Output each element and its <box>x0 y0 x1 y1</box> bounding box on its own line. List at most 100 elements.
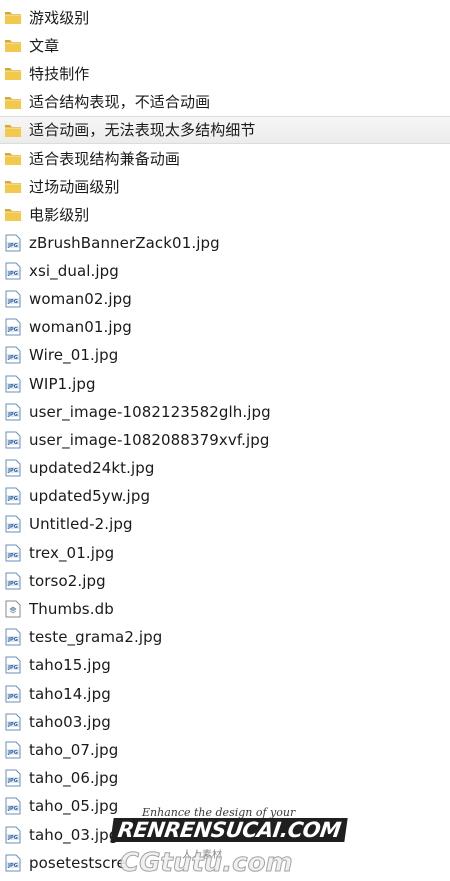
folder-icon <box>3 176 23 196</box>
file-item[interactable]: JPG woman02.jpg <box>0 285 450 313</box>
item-name: zBrushBannerZack01.jpg <box>29 233 220 252</box>
file-item[interactable]: JPG taho_06.jpg <box>0 764 450 792</box>
folder-item[interactable]: 适合表现结构兼备动画 <box>0 144 450 172</box>
folder-icon <box>3 120 23 140</box>
jpeg-image-icon: JPG <box>3 712 23 732</box>
jpeg-image-icon: JPG <box>3 317 23 337</box>
file-item[interactable]: JPG Wire_01.jpg <box>0 341 450 369</box>
jpeg-image-icon: JPG <box>3 514 23 534</box>
item-name: user_image-1082123582glh.jpg <box>29 402 271 421</box>
svg-text:JPG: JPG <box>7 384 18 390</box>
svg-text:JPG: JPG <box>7 665 18 671</box>
jpeg-image-icon: JPG <box>3 627 23 647</box>
file-item[interactable]: JPG trex_01.jpg <box>0 539 450 567</box>
jpeg-image-icon: JPG <box>3 796 23 816</box>
item-name: 适合表现结构兼备动画 <box>29 149 181 168</box>
file-item[interactable]: JPG taho14.jpg <box>0 680 450 708</box>
folder-icon <box>3 35 23 55</box>
jpeg-image-icon: JPG <box>3 571 23 591</box>
svg-text:JPG: JPG <box>7 496 18 502</box>
folder-item[interactable]: 电影级别 <box>0 200 450 228</box>
svg-text:JPG: JPG <box>7 694 18 700</box>
item-name: Wire_01.jpg <box>29 346 119 365</box>
svg-text:JPG: JPG <box>7 863 18 869</box>
jpeg-image-icon: JPG <box>3 853 23 873</box>
item-name: Untitled-2.jpg <box>29 515 133 534</box>
jpeg-image-icon: JPG <box>3 740 23 760</box>
file-item[interactable]: JPG WIP1.jpg <box>0 369 450 397</box>
folder-item[interactable]: 特技制作 <box>0 59 450 87</box>
svg-text:JPG: JPG <box>7 778 18 784</box>
item-name: 文章 <box>29 36 60 55</box>
folder-icon <box>3 148 23 168</box>
folder-icon <box>3 92 23 112</box>
file-item[interactable]: JPG taho_07.jpg <box>0 736 450 764</box>
file-item[interactable]: JPG taho_03.jpg <box>0 820 450 848</box>
file-item[interactable]: JPG taho_05.jpg <box>0 792 450 820</box>
item-name: Thumbs.db <box>29 600 114 619</box>
jpeg-image-icon: JPG <box>3 768 23 788</box>
file-item[interactable]: JPG xsi_dual.jpg <box>0 257 450 285</box>
item-name: 适合结构表现，不适合动画 <box>29 93 211 112</box>
item-name: updated5yw.jpg <box>29 487 151 506</box>
svg-text:JPG: JPG <box>7 327 18 333</box>
svg-text:JPG: JPG <box>7 806 18 812</box>
jpeg-image-icon: JPG <box>3 345 23 365</box>
file-item[interactable]: JPG updated24kt.jpg <box>0 454 450 482</box>
file-item[interactable]: JPG updated5yw.jpg <box>0 482 450 510</box>
svg-text:JPG: JPG <box>7 835 18 841</box>
svg-text:JPG: JPG <box>7 553 18 559</box>
folder-item[interactable]: 适合动画，无法表现太多结构细节 <box>0 115 450 144</box>
file-item[interactable]: JPG user_image-1082088379xvf.jpg <box>0 426 450 454</box>
item-name: 游戏级别 <box>29 8 90 27</box>
folder-item[interactable]: 文章 <box>0 31 450 59</box>
svg-text:JPG: JPG <box>7 299 18 305</box>
file-item[interactable]: JPG user_image-1082123582glh.jpg <box>0 398 450 426</box>
item-name: 适合动画，无法表现太多结构细节 <box>29 121 256 140</box>
jpeg-image-icon: JPG <box>3 458 23 478</box>
folder-item[interactable]: 适合结构表现，不适合动画 <box>0 88 450 116</box>
file-item[interactable]: JPG posetestscre <box>0 849 450 877</box>
file-item[interactable]: JPG teste_grama2.jpg <box>0 623 450 651</box>
item-name: user_image-1082088379xvf.jpg <box>29 430 270 449</box>
folder-icon <box>3 204 23 224</box>
jpeg-image-icon: JPG <box>3 289 23 309</box>
file-list: 游戏级别文章特技制作适合结构表现，不适合动画适合动画，无法表现太多结构细节 适合表… <box>0 3 450 877</box>
item-name: torso2.jpg <box>29 571 106 590</box>
file-item[interactable]: JPG taho03.jpg <box>0 708 450 736</box>
svg-text:JPG: JPG <box>7 524 18 530</box>
file-item[interactable]: JPG taho15.jpg <box>0 651 450 679</box>
svg-text:JPG: JPG <box>7 243 18 249</box>
item-name: 电影级别 <box>29 205 90 224</box>
item-name: taho15.jpg <box>29 656 111 675</box>
jpeg-image-icon: JPG <box>3 402 23 422</box>
file-item[interactable]: JPG zBrushBannerZack01.jpg <box>0 229 450 257</box>
svg-text:JPG: JPG <box>7 468 18 474</box>
folder-item[interactable]: 过场动画级别 <box>0 172 450 200</box>
item-name: posetestscre <box>29 853 126 872</box>
jpeg-image-icon: JPG <box>3 543 23 563</box>
svg-text:JPG: JPG <box>7 355 18 361</box>
item-name: taho_07.jpg <box>29 740 119 759</box>
item-name: 特技制作 <box>29 64 90 83</box>
file-item[interactable]: JPG Untitled-2.jpg <box>0 510 450 538</box>
svg-text:JPG: JPG <box>7 722 18 728</box>
file-item[interactable]: JPG torso2.jpg <box>0 567 450 595</box>
item-name: teste_grama2.jpg <box>29 628 163 647</box>
jpeg-image-icon: JPG <box>3 261 23 281</box>
jpeg-image-icon: JPG <box>3 486 23 506</box>
svg-text:JPG: JPG <box>7 412 18 418</box>
jpeg-image-icon: JPG <box>3 374 23 394</box>
item-name: taho_05.jpg <box>29 797 119 816</box>
svg-text:JPG: JPG <box>7 581 18 587</box>
svg-text:JPG: JPG <box>7 637 18 643</box>
item-name: taho_03.jpg <box>29 825 119 844</box>
file-item[interactable]: Thumbs.db <box>0 595 450 623</box>
file-item[interactable]: JPG woman01.jpg <box>0 313 450 341</box>
jpeg-image-icon: JPG <box>3 684 23 704</box>
folder-icon <box>3 63 23 83</box>
folder-item[interactable]: 游戏级别 <box>0 3 450 31</box>
item-name: trex_01.jpg <box>29 543 115 562</box>
svg-text:JPG: JPG <box>7 750 18 756</box>
jpeg-image-icon: JPG <box>3 233 23 253</box>
